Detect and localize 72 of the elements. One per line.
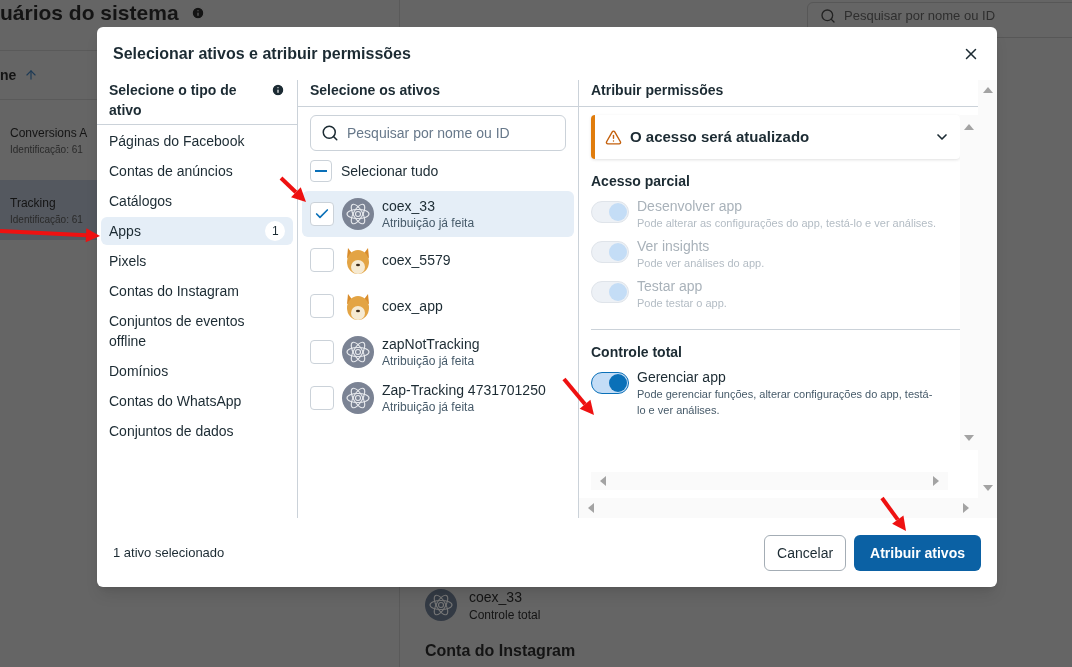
- asset-type-item[interactable]: Conjuntos de eventos offline: [101, 307, 293, 355]
- permission-description: Pode ver análises do app.: [637, 256, 766, 271]
- search-icon: [820, 8, 836, 24]
- asset-row[interactable]: Zap-Tracking 4731701250 Atribuição já feita: [302, 375, 574, 421]
- permission-label: Ver insights: [637, 237, 711, 255]
- info-icon: [190, 6, 205, 20]
- checkbox[interactable]: [310, 340, 334, 364]
- search-placeholder: Pesquisar por nome ou ID: [347, 124, 510, 143]
- group-title: Controle total: [591, 343, 683, 362]
- page-title: uários do sistema: [0, 1, 179, 25]
- asset-status: Atribuição já feita: [382, 215, 475, 231]
- asset-type-item[interactable]: Pixels: [101, 247, 293, 275]
- asset-type-item[interactable]: Conjuntos de dados: [101, 417, 293, 445]
- asset-type-item[interactable]: Catálogos: [101, 187, 293, 215]
- scrollbar[interactable]: [579, 498, 978, 518]
- column-title: Atribuir permissões: [591, 81, 724, 100]
- checkbox[interactable]: [310, 248, 334, 272]
- select-all-label: Selecionar tudo: [341, 162, 439, 181]
- asset-name: Zap-Tracking 4731701250: [382, 381, 546, 399]
- toggle-switch[interactable]: [591, 372, 629, 394]
- scrollbar[interactable]: [960, 115, 978, 450]
- asset-type-item[interactable]: Contas do Instagram: [101, 277, 293, 305]
- scrollbar[interactable]: [978, 80, 997, 518]
- app-name: coex_33: [469, 588, 523, 607]
- checkbox[interactable]: [310, 294, 334, 318]
- atom-icon: [342, 198, 374, 230]
- assign-button[interactable]: Atribuir ativos: [854, 535, 981, 571]
- checkbox[interactable]: [310, 160, 332, 182]
- asset-type-item[interactable]: Apps 1: [101, 217, 293, 245]
- user-name: Conversions A: [10, 124, 88, 142]
- asset-row[interactable]: zapNotTracking Atribuição já feita: [302, 329, 574, 375]
- atom-icon: [342, 382, 374, 414]
- permission-label: Desenvolver app: [637, 197, 744, 215]
- group-title: Acesso parcial: [591, 172, 691, 191]
- search-field[interactable]: Pesquisar por nome ou ID: [310, 115, 566, 151]
- asset-row[interactable]: coex_5579: [302, 237, 574, 283]
- scrollbar[interactable]: [591, 472, 948, 490]
- column-title: Selecione os ativos: [310, 81, 440, 100]
- column-title: Selecione o tipo de ativo: [109, 81, 238, 120]
- app-role: Controle total: [469, 607, 541, 623]
- minus-icon: [315, 170, 327, 172]
- count-badge: 1: [265, 221, 285, 241]
- asset-type-item[interactable]: Páginas do Facebook: [101, 127, 293, 155]
- permission-label: Testar app: [637, 277, 704, 295]
- atom-icon: [342, 336, 374, 368]
- asset-name: coex_app: [382, 297, 443, 315]
- user-name: Tracking: [10, 194, 56, 212]
- search-icon: [321, 124, 339, 142]
- asset-row[interactable]: coex_33 Atribuição já feita: [302, 191, 574, 237]
- permission-description: Pode gerenciar funções, alterar configurações do app, testá-lo e ver análises.: [637, 387, 934, 418]
- asset-row[interactable]: coex_app: [302, 283, 574, 329]
- asset-name: coex_33: [382, 197, 436, 215]
- asset-type-item[interactable]: Domínios: [101, 357, 293, 385]
- asset-status: Atribuição já feita: [382, 353, 476, 369]
- permission-description: Pode testar o app.: [637, 296, 728, 311]
- info-icon: [271, 83, 285, 97]
- permission-description: Pode alterar as configurações do app, testá-lo e ver análises.: [637, 216, 937, 231]
- asset-status: Atribuição já feita: [382, 399, 476, 415]
- asset-name: zapNotTracking: [382, 335, 480, 353]
- atom-icon: [425, 589, 457, 621]
- dialog-title: Selecionar ativos e atribuir permissões: [113, 43, 411, 64]
- asset-type-item[interactable]: Contas do WhatsApp: [101, 387, 293, 415]
- asset-type-item[interactable]: Contas de anúncios: [101, 157, 293, 185]
- permission-label: Gerenciar app: [637, 368, 727, 386]
- notice-text: O acesso será atualizado: [630, 126, 811, 147]
- section-title: Conta do Instagram: [425, 641, 577, 661]
- warning-icon: [605, 128, 622, 146]
- cancel-button[interactable]: Cancelar: [764, 535, 847, 571]
- checkbox[interactable]: [310, 202, 334, 226]
- checkbox[interactable]: [310, 386, 334, 410]
- selection-summary: 1 ativo selecionado: [113, 544, 225, 563]
- asset-name: coex_5579: [382, 251, 451, 269]
